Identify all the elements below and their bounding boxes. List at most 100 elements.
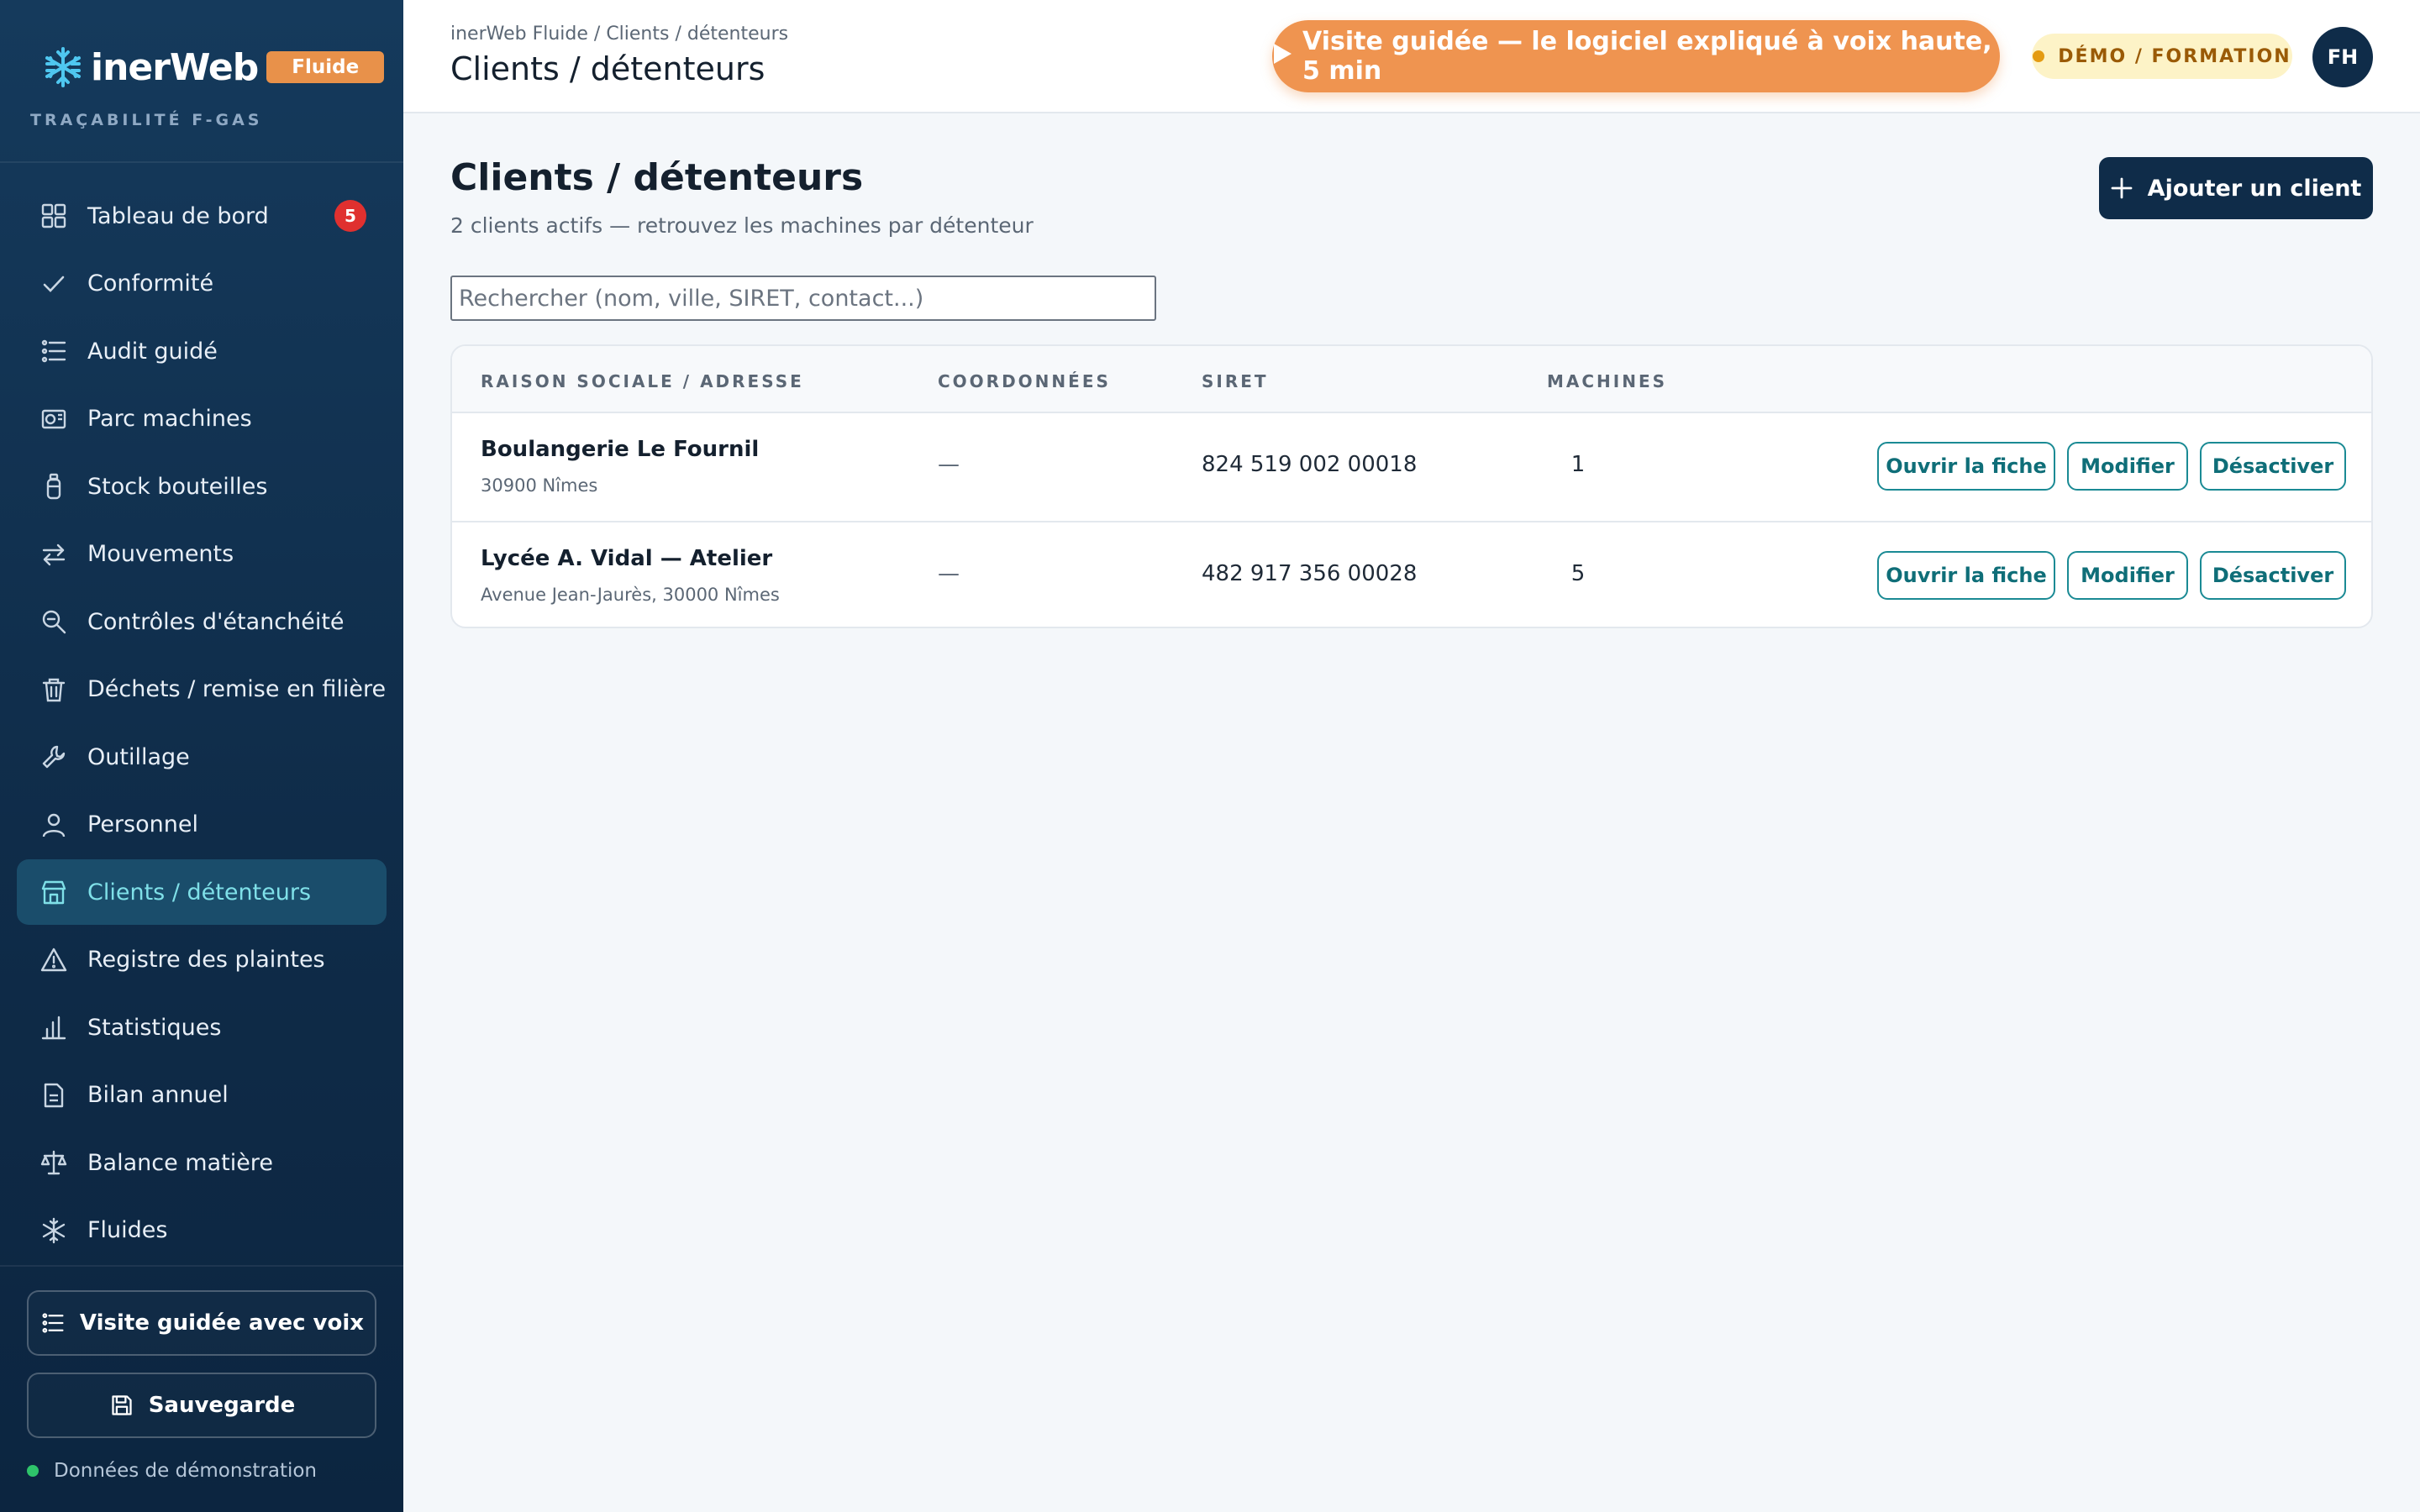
sidebar-item-tableau-de-bord[interactable]: Tableau de bord 5 <box>17 183 387 249</box>
sidebar-item-label: Outillage <box>87 743 190 770</box>
edit-button[interactable]: Modifier <box>2067 442 2188 491</box>
sidebar-item-parc-machines[interactable]: Parc machines <box>17 386 387 452</box>
snowflake-icon <box>39 1215 69 1246</box>
machine-icon <box>39 404 69 434</box>
demo-data-status: Données de démonstration <box>27 1460 317 1482</box>
swap-arrows-icon <box>39 539 69 570</box>
header-title: Clients / détenteurs <box>450 50 765 87</box>
sidebar-item-balance-matiere[interactable]: Balance matière <box>17 1130 387 1195</box>
add-client-label: Ajouter un client <box>2147 175 2362 202</box>
deactivate-button[interactable]: Désactiver <box>2200 442 2346 491</box>
sidebar-item-label: Fluides <box>87 1217 168 1243</box>
sidebar-item-controles-etancheite[interactable]: Contrôles d'étanchéité <box>17 589 387 654</box>
guided-tour-voice-label: Visite guidée avec voix <box>79 1310 365 1336</box>
sidebar-item-label: Bilan annuel <box>87 1082 229 1108</box>
demo-training-label: DÉMO / FORMATION <box>2058 45 2291 67</box>
snowflake-logo-icon <box>40 45 86 90</box>
sidebar-divider <box>0 1265 403 1267</box>
sidebar-divider <box>0 161 403 163</box>
sidebar-item-outillage[interactable]: Outillage <box>17 724 387 790</box>
deactivate-button[interactable]: Désactiver <box>2200 551 2346 600</box>
search-input[interactable] <box>450 276 1156 321</box>
sidebar-item-label: Registre des plaintes <box>87 947 325 973</box>
add-client-button[interactable]: Ajouter un client <box>2099 157 2373 219</box>
sidebar-item-label: Clients / détenteurs <box>87 879 312 906</box>
sidebar-item-fluides[interactable]: Fluides <box>17 1198 387 1263</box>
sidebar-item-label: Mouvements <box>87 541 234 567</box>
breadcrumb: inerWeb Fluide / Clients / détenteurs <box>450 24 789 45</box>
sidebar-nav: Tableau de bord 5 Conformité Audit guidé… <box>17 183 387 1265</box>
document-icon <box>39 1080 69 1110</box>
warning-icon <box>39 945 69 975</box>
sidebar-item-bilan-annuel[interactable]: Bilan annuel <box>17 1063 387 1128</box>
guided-tour-voice-button[interactable]: Visite guidée avec voix <box>27 1290 376 1356</box>
edit-button[interactable]: Modifier <box>2067 551 2188 600</box>
trash-icon <box>39 675 69 705</box>
column-header-name[interactable]: RAISON SOCIALE / ADRESSE <box>481 371 804 391</box>
save-button[interactable]: Sauvegarde <box>27 1373 376 1438</box>
sidebar-item-label: Audit guidé <box>87 338 218 365</box>
sidebar-item-clients-detenteurs[interactable]: Clients / détenteurs <box>17 859 387 925</box>
brand-name: inerWeb <box>91 45 259 89</box>
user-avatar[interactable]: FH <box>2312 27 2373 87</box>
column-header-siret[interactable]: SIRET <box>1202 371 1269 391</box>
sidebar-item-stock-bouteilles[interactable]: Stock bouteilles <box>17 454 387 519</box>
sidebar-item-dechets[interactable]: Déchets / remise en filière <box>17 657 387 722</box>
dashboard-grid-icon <box>39 201 69 231</box>
bottle-icon <box>39 471 69 501</box>
client-machine-count: 5 <box>1570 561 1586 586</box>
client-machine-count: 1 <box>1570 452 1586 477</box>
sidebar-item-audit-guide[interactable]: Audit guidé <box>17 318 387 384</box>
store-icon <box>39 877 69 907</box>
client-address: 30900 Nîmes <box>481 475 598 496</box>
column-header-coords[interactable]: COORDONNÉES <box>938 371 1111 391</box>
bar-chart-icon <box>39 1012 69 1042</box>
table-row: Lycée A. Vidal — Atelier Avenue Jean-Jau… <box>452 521 2371 627</box>
brand-logo[interactable]: inerWeb Fluide <box>40 42 385 92</box>
sidebar-item-label: Déchets / remise en filière <box>87 676 387 702</box>
open-record-button[interactable]: Ouvrir la fiche <box>1877 551 2055 600</box>
sidebar-item-registre-plaintes[interactable]: Registre des plaintes <box>17 927 387 993</box>
brand-badge: Fluide <box>266 51 385 83</box>
badge-dot-icon <box>2033 50 2045 62</box>
zoom-search-icon <box>39 606 69 637</box>
demo-data-label: Données de démonstration <box>54 1460 318 1482</box>
page-subtitle: 2 clients actifs — retrouvez les machine… <box>450 213 1034 238</box>
client-name: Lycée A. Vidal — Atelier <box>481 546 773 571</box>
table-row: Boulangerie Le Fournil 30900 Nîmes — 824… <box>452 413 2371 521</box>
sidebar-item-label: Tableau de bord <box>87 202 269 229</box>
client-coordinates: — <box>938 452 960 477</box>
guided-tour-button[interactable]: Visite guidée — le logiciel expliqué à v… <box>1272 20 2000 92</box>
brand-subtitle: TRAÇABILITÉ F-GAS <box>30 111 263 129</box>
guided-tour-label: Visite guidée — le logiciel expliqué à v… <box>1302 27 1992 86</box>
client-siret: 482 917 356 00028 <box>1202 561 1418 586</box>
notification-badge: 5 <box>334 200 366 232</box>
sidebar-item-label: Balance matière <box>87 1149 273 1176</box>
sidebar-item-label: Parc machines <box>87 406 252 432</box>
play-icon <box>1272 42 1292 71</box>
sidebar-item-label: Personnel <box>87 811 198 837</box>
sidebar-item-label: Statistiques <box>87 1014 222 1041</box>
person-icon <box>39 810 69 840</box>
list-icon <box>39 1310 66 1336</box>
scale-icon <box>39 1147 69 1178</box>
sidebar-item-label: Contrôles d'étanchéité <box>87 608 345 635</box>
sidebar-item-label: Stock bouteilles <box>87 473 268 500</box>
sidebar-item-statistiques[interactable]: Statistiques <box>17 995 387 1060</box>
demo-training-badge: DÉMO / FORMATION <box>2032 34 2292 79</box>
table-header: RAISON SOCIALE / ADRESSE COORDONNÉES SIR… <box>452 346 2371 413</box>
client-coordinates: — <box>938 561 960 586</box>
top-bar: inerWeb Fluide / Clients / détenteurs Cl… <box>403 0 2420 113</box>
plus-icon <box>2111 172 2133 204</box>
open-record-button[interactable]: Ouvrir la fiche <box>1877 442 2055 491</box>
sidebar-item-mouvements[interactable]: Mouvements <box>17 522 387 587</box>
wrench-icon <box>39 742 69 772</box>
page-title: Clients / détenteurs <box>450 156 864 199</box>
sidebar-item-conformite[interactable]: Conformité <box>17 251 387 317</box>
save-label: Sauvegarde <box>148 1393 296 1418</box>
column-header-machines[interactable]: MACHINES <box>1547 371 1667 391</box>
sidebar-item-personnel[interactable]: Personnel <box>17 792 387 858</box>
sidebar-item-label: Conformité <box>87 270 214 297</box>
check-icon <box>39 269 69 299</box>
sidebar: inerWeb Fluide TRAÇABILITÉ F-GAS Tableau… <box>0 0 403 1512</box>
